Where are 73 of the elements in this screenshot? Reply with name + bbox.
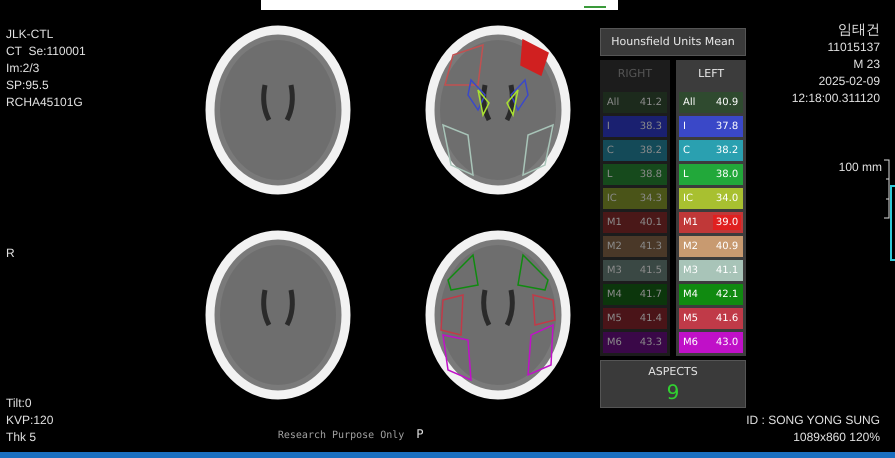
- region-label: M1: [683, 216, 698, 230]
- region-label: IC: [606, 192, 617, 206]
- acquisition-info-text: Tilt:0: [6, 395, 33, 412]
- patient-info-text: SP:95.5: [6, 77, 50, 94]
- hu-value: 38.8: [638, 168, 664, 182]
- acquisition-info-text: Thk 5: [6, 429, 38, 446]
- bracket-icon: [890, 185, 895, 261]
- patient-info-text: Im:2/3: [6, 60, 40, 77]
- region-label: M3: [606, 264, 622, 278]
- region-label: M4: [683, 288, 698, 302]
- hu-value: 41.2: [638, 96, 664, 110]
- footer-info-text: 1089x860 120%: [793, 429, 880, 446]
- region-label: M5: [606, 312, 622, 326]
- orientation-marker: P: [416, 426, 424, 443]
- aspects-score: 9: [666, 380, 680, 403]
- hu-value: 41.4: [638, 312, 664, 326]
- hu-value: 38.2: [638, 144, 664, 158]
- progress-line: [584, 6, 606, 8]
- panel-title: Hounsfield Units Mean: [600, 28, 746, 56]
- patient-info-text: 임태건: [838, 20, 880, 39]
- hu-value: 42.1: [714, 288, 740, 302]
- hu-value: 40.1: [638, 216, 664, 230]
- hu-value: 34.3: [638, 192, 664, 206]
- hu-value: 38.2: [714, 144, 740, 158]
- scale-label: 100 mm: [838, 159, 882, 176]
- region-label: M2: [683, 240, 698, 254]
- patient-info-text: RCHA45101G: [6, 94, 84, 111]
- region-label: C: [683, 144, 690, 158]
- region-label: M4: [606, 288, 622, 302]
- hu-value: 41.1: [714, 264, 740, 278]
- region-label: M5: [683, 312, 698, 326]
- aspects-label: ASPECTS: [648, 364, 698, 380]
- hu-value: 40.9: [714, 240, 740, 254]
- orientation-marker: R: [6, 244, 16, 262]
- hu-value: 41.5: [638, 264, 664, 278]
- region-label: C: [606, 144, 614, 158]
- region-label: I: [683, 120, 686, 134]
- hu-value: 41.6: [714, 312, 740, 326]
- acquisition-info-text: KVP:120: [6, 412, 54, 429]
- patient-info-text: 12:18:00.311120: [792, 90, 880, 107]
- region-label: M2: [606, 240, 622, 254]
- patient-info-text: CT Se:110001: [6, 43, 87, 60]
- hu-value: 41.3: [638, 240, 664, 254]
- region-label: All: [683, 96, 696, 110]
- footer-info-text: ID : SONG YONG SUNG: [746, 412, 880, 429]
- column-header: LEFT: [697, 66, 726, 82]
- hu-value: 40.9: [714, 96, 740, 110]
- column-header: RIGHT: [616, 66, 654, 82]
- hemisphere-column[interactable]: LEFT All 40.9 I 37.8 C 38.2 L 38.0 IC 34.0 M1 39.0 M2 40.9 M3 41.1 M4 42.1 M5 41.6 M6 43.0: [676, 60, 746, 356]
- region-label: IC: [683, 192, 693, 206]
- hu-value: 43.3: [638, 336, 664, 350]
- region-label: I: [606, 120, 610, 134]
- patient-info-text: JLK-CTL: [6, 26, 54, 43]
- region-label: M3: [683, 264, 698, 278]
- region-label: M6: [606, 336, 622, 350]
- patient-info-text: M 23: [853, 56, 880, 73]
- hu-value: 39.0: [712, 214, 742, 230]
- region-label: L: [606, 168, 612, 182]
- patient-info-text: 11015137: [828, 39, 880, 56]
- research-note: Research Purpose Only: [278, 429, 404, 443]
- hu-value: 34.0: [714, 192, 740, 206]
- hu-value: 41.7: [638, 288, 664, 302]
- patient-info-text: 2025-02-09: [818, 73, 880, 90]
- hu-value: 38.3: [638, 120, 664, 134]
- region-label: All: [606, 96, 620, 110]
- hu-value: 43.0: [714, 336, 740, 350]
- hemisphere-column[interactable]: RIGHT All 41.2 I 38.3 C 38.2 L 38.8 IC 34.3 M1 40.1 M2 41.3 M3 41.5 M4 41.7 M5 41.4 M6 43.3: [600, 60, 670, 356]
- hu-value: 37.8: [714, 120, 740, 134]
- region-label: M1: [606, 216, 622, 230]
- region-label: L: [683, 168, 689, 182]
- scale-bar-icon: [884, 159, 890, 219]
- region-label: M6: [683, 336, 698, 350]
- hu-value: 38.0: [714, 168, 740, 182]
